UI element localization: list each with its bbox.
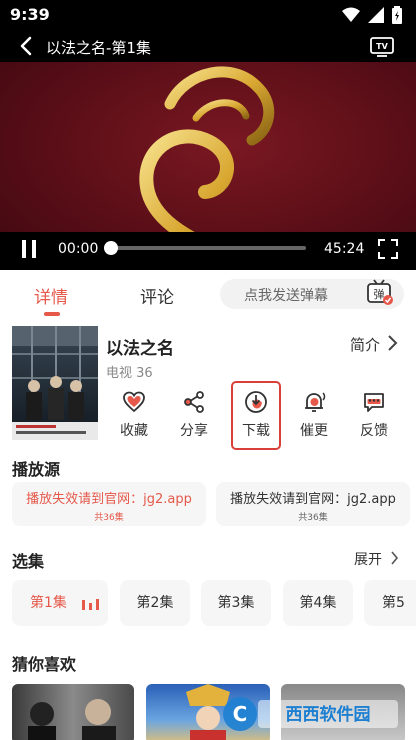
heart-icon [123,391,145,413]
back-arrow-icon[interactable] [16,35,38,57]
chevron-right-icon[interactable] [386,334,398,352]
tab-underline [44,312,60,316]
sources-heading: 播放源 [12,460,61,479]
share-button[interactable]: 分享 [167,390,221,440]
favorite-button[interactable]: 收藏 [107,390,161,440]
status-icons [342,6,402,24]
source-count: 共36集 [94,513,124,523]
show-meta: 电视 36 [106,366,153,381]
download-icon [245,391,267,413]
source-text: 播放失效请到官网：jg2.app [230,492,396,507]
player-topbar: 以法之名-第1集 TV [0,30,416,62]
show-title: 以法之名 [106,339,174,359]
share-icon [184,391,204,413]
danmaku-placeholder: 点我发送弹幕 [244,288,328,304]
source-text: 播放失效请到官网：jg2.app [26,492,192,507]
episodes-heading: 选集 [12,552,45,571]
share-label: 分享 [180,423,208,439]
watermark-logo: C 西西软件园 [223,697,398,731]
bell-icon [305,392,326,412]
status-time: 9:39 [10,5,50,24]
download-label: 下载 [242,423,270,439]
danmaku-input[interactable]: 点我发送弹幕 弹 [220,279,404,309]
chevron-right-icon[interactable] [390,550,399,566]
svg-text:TV: TV [376,42,388,51]
expand-episodes[interactable]: 展开 [354,549,382,569]
episode-5[interactable]: 第5 [364,580,416,626]
feedback-label: 反馈 [360,423,388,439]
signal-icon [368,7,384,23]
progress-track[interactable] [110,246,306,250]
wifi-icon [342,7,360,22]
episode-2[interactable]: 第2集 [120,580,190,626]
remind-update-button[interactable]: 催更 [287,390,341,440]
feedback-button[interactable]: 反馈 [347,390,401,440]
tab-comments[interactable]: 评论 [140,283,174,308]
playing-bars-icon [82,599,99,610]
source-count: 共36集 [298,513,328,523]
cast-tv-icon[interactable]: TV [370,35,394,57]
favorite-label: 收藏 [120,423,148,439]
source-item-1[interactable]: 播放失效请到官网：jg2.app 共36集 [12,482,206,526]
fullscreen-icon[interactable] [378,239,398,259]
episode-1[interactable]: 第1集 [12,580,108,626]
remind-update-label: 催更 [300,423,328,439]
recommend-item-1[interactable] [12,684,134,740]
danmaku-icon-text: 弹 [374,287,385,301]
episode-3[interactable]: 第3集 [201,580,271,626]
episode-label: 第1集 [30,595,67,611]
duration: 45:24 [324,241,365,257]
battery-icon [392,6,402,24]
recommend-heading: 猜你喜欢 [12,655,77,674]
video-title: 以法之名-第1集 [46,39,151,57]
feedback-icon [364,393,384,412]
episode-4[interactable]: 第4集 [283,580,353,626]
intro-link[interactable]: 简介 [350,334,380,355]
progress-thumb[interactable] [104,241,118,255]
pause-icon[interactable] [20,239,38,259]
recommend-thumb-art [28,699,116,740]
danmaku-toggle-icon[interactable]: 弹 [366,276,394,308]
show-poster[interactable] [12,326,98,440]
current-time: 00:00 [58,241,99,257]
svg-text:C: C [233,702,248,726]
screen: { "status": { "time": "9:39" }, "player"… [0,0,416,740]
status-bar: 9:39 [0,0,416,30]
download-button[interactable]: 下载 [229,390,283,440]
svg-text:西西软件园: 西西软件园 [286,704,371,725]
tab-details[interactable]: 详情 [34,283,68,308]
poster-art [12,326,98,440]
player-controls: 00:00 45:24 [0,232,416,270]
source-item-2[interactable]: 播放失效请到官网：jg2.app 共36集 [216,482,410,526]
